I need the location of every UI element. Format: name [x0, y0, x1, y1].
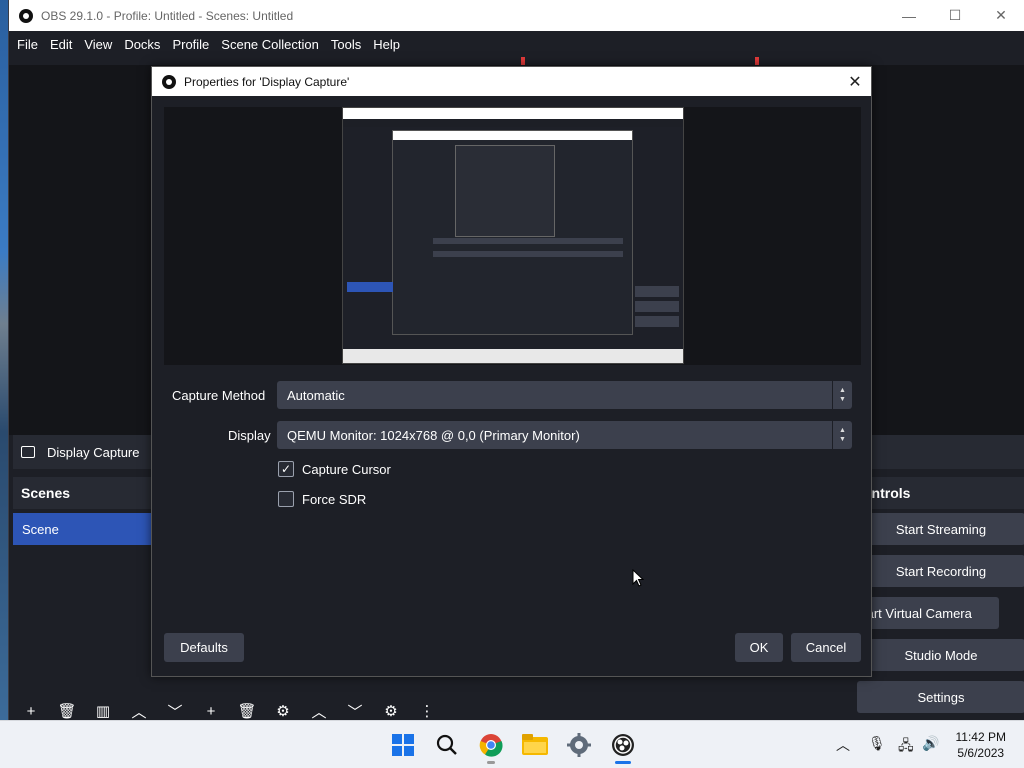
gear-icon[interactable]: ⚙: [265, 702, 301, 720]
display-label: Display: [228, 427, 271, 443]
captured-screen-thumbnail: [342, 107, 684, 364]
gear-icon[interactable]: ⚙: [373, 702, 409, 720]
capture-cursor-row[interactable]: ✓ Capture Cursor: [278, 459, 391, 479]
capture-method-value: Automatic: [287, 387, 345, 403]
close-button[interactable]: ✕: [978, 0, 1024, 31]
menu-scene-collection[interactable]: Scene Collection: [215, 37, 325, 52]
menu-view[interactable]: View: [78, 37, 118, 52]
chevron-up-icon[interactable]: ︿: [121, 701, 157, 722]
spinner-icon: ▲ ▼: [832, 421, 852, 449]
taskbar-clock[interactable]: 11:42 PM 5/6/2023: [956, 729, 1006, 761]
controls-panel: Start Streaming Start Recording tart Vir…: [857, 513, 1024, 723]
menu-tools[interactable]: Tools: [325, 37, 367, 52]
studio-mode-button[interactable]: Studio Mode: [857, 639, 1024, 671]
chevron-down-icon[interactable]: ﹀: [337, 701, 373, 722]
minimize-button[interactable]: —: [886, 0, 932, 31]
obs-icon: [19, 8, 33, 23]
capture-cursor-label: Capture Cursor: [302, 461, 391, 477]
mouse-cursor-icon: [632, 569, 644, 587]
windows-start-icon[interactable]: [389, 731, 417, 759]
capture-method-select[interactable]: Automatic ▲ ▼: [277, 381, 852, 409]
clock-date: 5/6/2023: [957, 746, 1005, 760]
file-explorer-icon[interactable]: [521, 731, 549, 759]
add-icon[interactable]: +: [13, 703, 49, 720]
obs-icon[interactable]: [609, 731, 637, 759]
capture-preview: [164, 107, 861, 365]
force-sdr-label: Force SDR: [302, 491, 367, 507]
start-streaming-button[interactable]: Start Streaming: [857, 513, 1024, 545]
active-indicator: [487, 761, 495, 764]
cancel-button[interactable]: Cancel: [791, 633, 861, 662]
capture-method-label: Capture Method: [172, 387, 266, 403]
scene-item-label: Scene: [22, 521, 59, 537]
dialog-title-bar: Properties for 'Display Capture' ✕: [152, 67, 871, 96]
volume-icon[interactable]: 🔊: [922, 735, 939, 752]
more-icon[interactable]: ⋮: [409, 702, 445, 720]
trash-icon[interactable]: 🗑: [49, 702, 85, 720]
menu-docks[interactable]: Docks: [118, 37, 166, 52]
filter-icon[interactable]: ▥: [85, 702, 121, 720]
chevron-up-icon[interactable]: ︿: [836, 735, 850, 755]
ok-button[interactable]: OK: [735, 633, 783, 662]
scenes-title: Scenes: [21, 485, 71, 501]
dialog-close-button[interactable]: ✕: [839, 72, 871, 92]
menu-bar: File Edit View Docks Profile Scene Colle…: [9, 31, 1024, 57]
dialog-title: Properties for 'Display Capture': [184, 74, 350, 89]
capture-cursor-checkbox[interactable]: ✓: [278, 461, 294, 477]
controls-dock-header: ontrols: [857, 477, 1024, 509]
capture-method-row: Capture Method Automatic ▲ ▼: [152, 381, 873, 409]
trash-icon[interactable]: 🗑: [229, 702, 265, 720]
display-row: Display QEMU Monitor: 1024x768 @ 0,0 (Pr…: [152, 421, 873, 449]
chrome-icon[interactable]: [477, 731, 505, 759]
chevron-up-icon[interactable]: ︿: [301, 701, 337, 722]
menu-help[interactable]: Help: [367, 37, 406, 52]
taskbar: ︿ 🎙 🖧 🔊 11:42 PM 5/6/2023: [0, 720, 1024, 768]
start-recording-button[interactable]: Start Recording: [857, 555, 1024, 587]
dock-toolbar: + 🗑 ▥ ︿ ﹀ + 🗑 ⚙ ︿ ﹀ ⚙ ⋮: [13, 701, 1024, 722]
chevron-down-icon[interactable]: ﹀: [157, 701, 193, 722]
spinner-icon: ▲ ▼: [832, 381, 852, 409]
safe-area-marker: [755, 57, 759, 65]
force-sdr-row[interactable]: Force SDR: [278, 489, 366, 509]
settings-icon[interactable]: [565, 731, 593, 759]
menu-profile[interactable]: Profile: [166, 37, 215, 52]
monitor-icon: [21, 446, 35, 458]
menu-edit[interactable]: Edit: [44, 37, 78, 52]
window-title: OBS 29.1.0 - Profile: Untitled - Scenes:…: [41, 8, 294, 23]
add-icon[interactable]: +: [193, 703, 229, 720]
safe-area-marker: [521, 57, 525, 65]
search-icon[interactable]: [433, 731, 461, 759]
force-sdr-checkbox[interactable]: [278, 491, 294, 507]
properties-dialog: Properties for 'Display Capture' ✕ Captu…: [151, 66, 872, 677]
display-select[interactable]: QEMU Monitor: 1024x768 @ 0,0 (Primary Mo…: [277, 421, 852, 449]
obs-icon: [162, 74, 176, 89]
display-value: QEMU Monitor: 1024x768 @ 0,0 (Primary Mo…: [287, 427, 580, 443]
clock-time: 11:42 PM: [955, 730, 1006, 744]
defaults-button[interactable]: Defaults: [164, 633, 244, 662]
selected-source-label: Display Capture: [47, 444, 140, 460]
start-virtual-camera-button[interactable]: tart Virtual Camera: [857, 597, 999, 629]
title-bar: OBS 29.1.0 - Profile: Untitled - Scenes:…: [9, 0, 1024, 31]
microphone-icon[interactable]: 🎙: [868, 735, 886, 752]
network-icon[interactable]: 🖧: [898, 735, 914, 759]
active-indicator: [615, 761, 631, 764]
menu-file[interactable]: File: [11, 37, 44, 52]
maximize-button[interactable]: ☐: [932, 0, 978, 31]
